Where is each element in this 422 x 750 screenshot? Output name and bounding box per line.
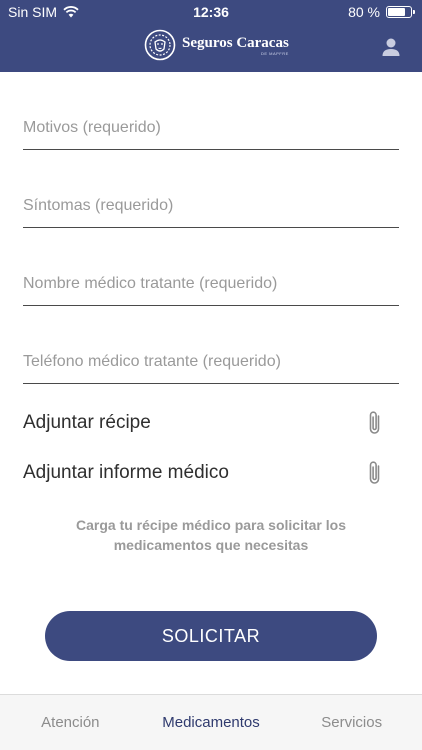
doctor-name-field-wrap <box>23 228 399 306</box>
tab-servicios[interactable]: Servicios <box>281 695 422 750</box>
header: Sin SIM 12:36 80 % Seguros Caracas DE MA… <box>0 0 422 72</box>
brand-sub: DE MAPFRE <box>260 50 289 56</box>
brand-name: Seguros Caracas <box>182 34 289 51</box>
app-screen: Sin SIM 12:36 80 % Seguros Caracas DE MA… <box>0 0 422 750</box>
lion-logo-icon <box>144 29 176 61</box>
attach-report-label: Adjuntar informe médico <box>23 462 229 483</box>
sintomas-input[interactable] <box>23 192 399 228</box>
battery-fill <box>388 8 406 16</box>
user-icon[interactable] <box>380 36 402 58</box>
paperclip-icon[interactable] <box>365 410 385 436</box>
motivos-input[interactable] <box>23 114 399 150</box>
solicitar-button[interactable]: SOLICITAR <box>45 611 377 661</box>
helper-text: Carga tu récipe médico para solicitar lo… <box>0 515 422 555</box>
prescription-form: Adjuntar récipe Adjuntar informe médico <box>23 72 399 498</box>
attach-recipe-label: Adjuntar récipe <box>23 412 151 433</box>
tab-bar: Atención Medicamentos Servicios <box>0 694 422 750</box>
brand: Seguros Caracas DE MAPFRE <box>144 29 289 61</box>
brand-text: Seguros Caracas DE MAPFRE <box>182 35 289 56</box>
doctor-name-input[interactable] <box>23 270 399 306</box>
battery-icon <box>386 6 415 18</box>
status-bar: Sin SIM 12:36 80 % <box>0 0 422 24</box>
doctor-phone-input[interactable] <box>23 348 399 384</box>
motivos-field-wrap <box>23 72 399 150</box>
sintomas-field-wrap <box>23 150 399 228</box>
helper-line-2: medicamentos que necesitas <box>113 537 309 553</box>
status-right: 80 % <box>348 4 415 20</box>
battery-percent: 80 % <box>348 4 380 20</box>
helper-line-1: Carga tu récipe médico para solicitar lo… <box>76 517 346 533</box>
doctor-phone-field-wrap <box>23 306 399 384</box>
app-bar: Seguros Caracas DE MAPFRE <box>0 24 422 72</box>
attach-recipe-row[interactable]: Adjuntar récipe <box>23 398 399 448</box>
tab-medicamentos[interactable]: Medicamentos <box>141 695 282 750</box>
attach-report-row[interactable]: Adjuntar informe médico <box>23 448 399 498</box>
tab-atencion[interactable]: Atención <box>0 695 141 750</box>
paperclip-icon[interactable] <box>365 460 385 486</box>
